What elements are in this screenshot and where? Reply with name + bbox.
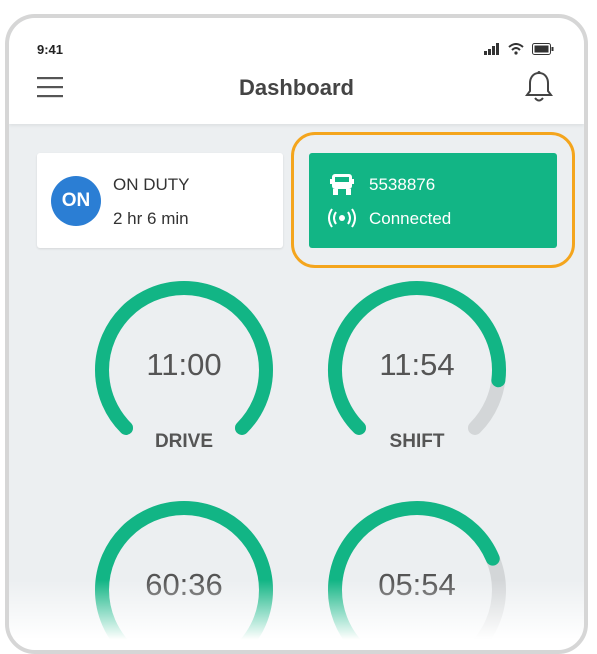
drive-gauge: 11:00 DRIVE: [89, 275, 279, 465]
on-duty-badge: ON: [51, 176, 101, 226]
page-title: Dashboard: [239, 75, 354, 100]
phone-frame: 9:41 Dashboard ON ON DUTY 2 hr 6 min 553…: [5, 14, 588, 654]
break-gauge: 05:54: [322, 495, 512, 650]
status-time: 9:41: [37, 42, 64, 57]
battery-icon: [532, 42, 554, 60]
duty-status-card[interactable]: ON ON DUTY 2 hr 6 min: [37, 153, 283, 248]
cellular-signal-icon: [484, 42, 500, 60]
duty-status-label: ON DUTY: [113, 175, 190, 194]
shift-label: SHIFT: [389, 431, 445, 452]
connection-status: Connected: [369, 209, 452, 228]
status-icons: [484, 42, 554, 60]
truck-icon: [329, 173, 355, 197]
break-time-value: 05:54: [378, 567, 456, 602]
notification-bell-icon[interactable]: [524, 70, 554, 104]
drive-time-value: 11:00: [146, 347, 222, 382]
broadcast-signal-icon: [327, 207, 357, 229]
vehicle-id: 5538876: [369, 175, 436, 194]
vehicle-connection-card[interactable]: 5538876 Connected: [309, 153, 557, 248]
top-bar: 9:41 Dashboard: [9, 18, 584, 124]
shift-time-value: 11:54: [379, 347, 455, 382]
wifi-icon: [508, 42, 524, 60]
cycle-time-value: 60:36: [145, 567, 223, 602]
shift-gauge: 11:54 SHIFT: [322, 275, 512, 465]
cycle-gauge: 60:36: [89, 495, 279, 650]
drive-label: DRIVE: [154, 431, 214, 452]
duty-elapsed-time: 2 hr 6 min: [113, 209, 189, 228]
